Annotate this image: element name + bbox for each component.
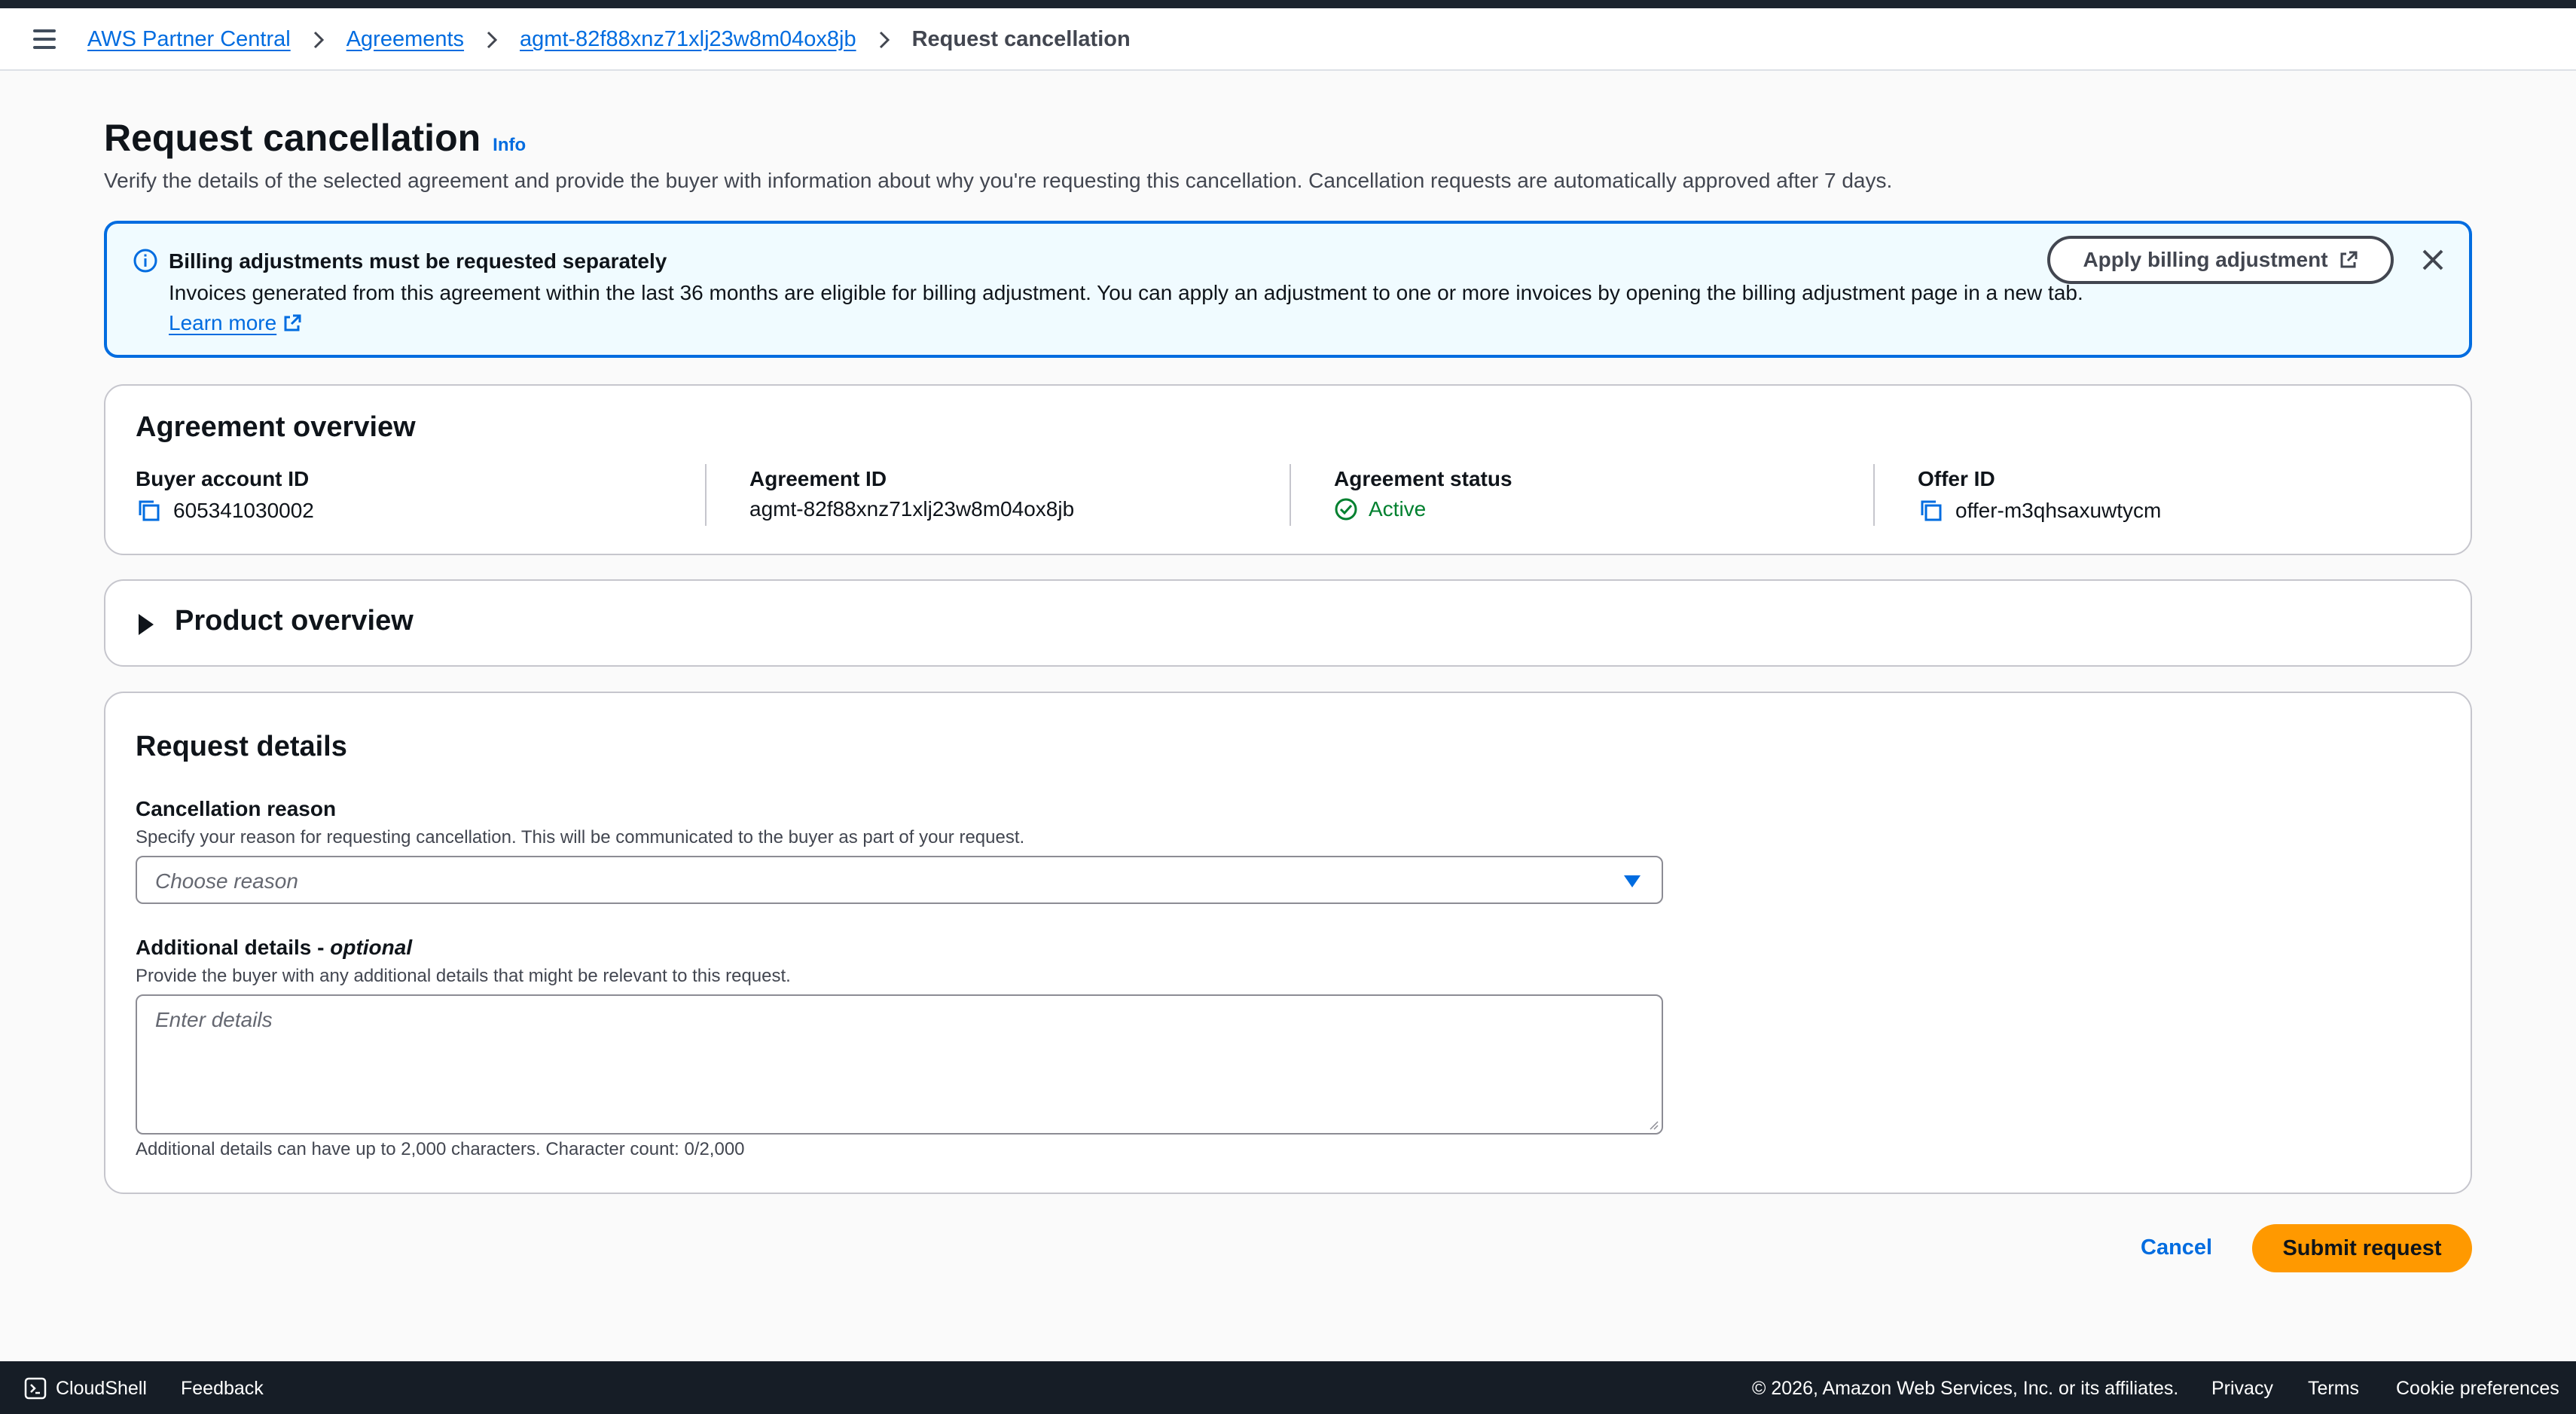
offer-id-field: Offer ID offer-m3qhsaxuwtycm	[1918, 467, 2161, 524]
buyer-account-label: Buyer account ID	[136, 467, 310, 490]
alert-title: Billing adjustments must be requested se…	[169, 249, 667, 273]
caret-down-icon	[1624, 875, 1641, 887]
agreement-status-label: Agreement status	[1334, 467, 1512, 490]
cancel-button[interactable]: Cancel	[2141, 1235, 2212, 1260]
feedback-link[interactable]: Feedback	[181, 1378, 264, 1400]
breadcrumb-link-partner-central[interactable]: AWS Partner Central	[87, 27, 291, 52]
agreement-overview-card: Agreement overview Buyer account ID 6053…	[104, 384, 2472, 555]
alert-body-text: Invoices generated from this agreement w…	[169, 281, 2083, 304]
cancellation-reason-placeholder: Choose reason	[155, 869, 298, 893]
chevron-right-icon	[879, 31, 890, 48]
cancellation-reason-select[interactable]: Choose reason	[136, 856, 1663, 904]
chevron-right-icon	[313, 31, 324, 48]
column-divider	[705, 464, 707, 526]
cancellation-reason-description: Specify your reason for requesting cance…	[136, 827, 1025, 847]
close-icon[interactable]	[2419, 246, 2446, 273]
submit-request-button[interactable]: Submit request	[2252, 1224, 2472, 1272]
status-success-icon	[1335, 498, 1357, 521]
alert-body: Invoices generated from this agreement w…	[169, 278, 2142, 338]
column-divider	[1290, 464, 1291, 526]
breadcrumb-link-agreements[interactable]: Agreements	[346, 27, 464, 52]
request-details-title: Request details	[136, 731, 347, 762]
breadcrumb-bar: AWS Partner Central Agreements agmt-82f8…	[0, 8, 2576, 71]
agreement-id-label: Agreement ID	[749, 467, 887, 490]
product-overview-title: Product overview	[175, 605, 414, 637]
privacy-link[interactable]: Privacy	[2211, 1378, 2273, 1400]
request-details-card: Request details Cancellation reason Spec…	[104, 692, 2472, 1194]
cloudshell-link[interactable]: CloudShell	[56, 1378, 147, 1400]
copyright-text: © 2026, Amazon Web Services, Inc. or its…	[1752, 1378, 2179, 1399]
resize-handle-icon[interactable]	[1648, 1119, 1659, 1130]
cancellation-reason-label: Cancellation reason	[136, 797, 337, 820]
breadcrumb-current: Request cancellation	[911, 27, 1131, 51]
offer-id-label: Offer ID	[1918, 467, 1995, 490]
external-link-icon	[2340, 251, 2358, 268]
breadcrumb: AWS Partner Central Agreements agmt-82f8…	[87, 8, 1131, 71]
info-link[interactable]: Info	[493, 135, 526, 156]
copy-icon[interactable]	[136, 497, 163, 524]
offer-id-value: offer-m3qhsaxuwtycm	[1955, 499, 2162, 522]
apply-billing-adjustment-label: Apply billing adjustment	[2083, 248, 2328, 271]
buyer-account-field: Buyer account ID 605341030002	[136, 467, 314, 524]
additional-details-label-text: Additional details -	[136, 936, 331, 959]
cookie-preferences-link[interactable]: Cookie preferences	[2396, 1378, 2559, 1400]
apply-billing-adjustment-button[interactable]: Apply billing adjustment	[2047, 236, 2394, 284]
top-bar	[0, 0, 2576, 8]
buyer-account-value: 605341030002	[173, 499, 314, 522]
character-count: Additional details can have up to 2,000 …	[136, 1139, 745, 1159]
additional-details-label: Additional details - optional	[136, 936, 412, 960]
agreement-status-field: Agreement status Active	[1334, 467, 1512, 521]
additional-details-placeholder: Enter details	[155, 1008, 273, 1031]
column-divider	[1873, 464, 1875, 526]
terms-link[interactable]: Terms	[2308, 1378, 2359, 1400]
cloudshell-icon[interactable]	[24, 1377, 47, 1400]
agreement-id-field: Agreement ID agmt-82f88xnz71xlj23w8m04ox…	[749, 467, 1074, 521]
learn-more-link[interactable]: Learn more	[169, 311, 276, 334]
billing-alert: Billing adjustments must be requested se…	[104, 221, 2472, 358]
chevron-right-icon	[487, 31, 498, 48]
breadcrumb-link-agreement-id[interactable]: agmt-82f88xnz71xlj23w8m04ox8jb	[520, 27, 856, 52]
additional-details-description: Provide the buyer with any additional de…	[136, 966, 791, 986]
optional-tag: optional	[330, 936, 413, 959]
caret-right-icon	[139, 614, 154, 635]
agreement-overview-title: Agreement overview	[136, 411, 416, 443]
copy-icon[interactable]	[1918, 497, 1945, 524]
info-icon	[133, 249, 157, 273]
additional-details-textarea[interactable]: Enter details	[136, 994, 1663, 1135]
agreement-id-value: agmt-82f88xnz71xlj23w8m04ox8jb	[749, 497, 1075, 521]
product-overview-expander[interactable]: Product overview	[104, 579, 2472, 667]
footer: CloudShell Feedback © 2026, Amazon Web S…	[0, 1361, 2576, 1414]
page-title-text: Request cancellation	[104, 117, 481, 159]
page-title: Request cancellation Info	[104, 116, 526, 160]
agreement-status-value: Active	[1369, 497, 1427, 521]
page-description: Verify the details of the selected agree…	[104, 169, 1893, 192]
external-link-icon	[284, 314, 301, 331]
menu-icon[interactable]	[33, 29, 60, 50]
